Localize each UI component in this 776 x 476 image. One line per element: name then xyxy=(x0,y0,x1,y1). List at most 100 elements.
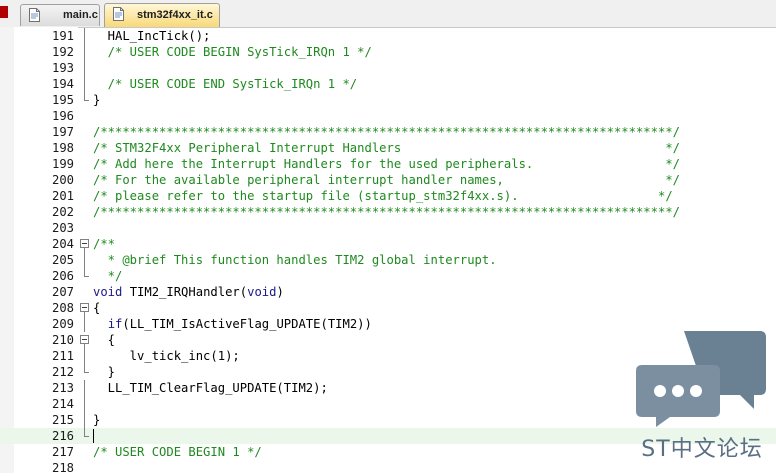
fold-line-icon xyxy=(79,380,91,396)
line-number: 215 xyxy=(51,413,74,427)
line-number: 203 xyxy=(51,221,74,235)
line-number: 210 xyxy=(51,333,74,347)
fold-toggle-icon[interactable] xyxy=(79,300,91,316)
fold-end-icon xyxy=(79,428,91,444)
line-number: 198 xyxy=(51,141,74,155)
code-text: LL_TIM_ClearFlag_UPDATE(TIM2); xyxy=(93,381,328,395)
line-number: 214 xyxy=(51,397,74,411)
keyword-token: void xyxy=(247,285,277,299)
tab-stm32f4xx-it-c[interactable]: stm32f4xx_it.c xyxy=(104,3,220,27)
code-line[interactable]: 204 /** xyxy=(0,236,776,252)
code-line[interactable]: 197 /************************************… xyxy=(0,124,776,140)
fold-line-icon xyxy=(79,348,91,364)
fold-line-icon xyxy=(79,44,91,60)
line-number: 206 xyxy=(51,269,74,283)
text-caret xyxy=(93,429,94,443)
fold-line-icon xyxy=(79,76,91,92)
code-text: } xyxy=(93,413,101,427)
fold-line-icon xyxy=(79,252,91,268)
line-number: 200 xyxy=(51,173,74,187)
code-text: * @brief This function handles TIM2 glob… xyxy=(93,253,497,267)
code-line[interactable]: 202 /************************************… xyxy=(0,204,776,220)
line-number: 212 xyxy=(51,365,74,379)
code-text: lv_tick_inc(1); xyxy=(93,349,240,363)
keyword-token: if xyxy=(107,317,123,331)
c-file-icon xyxy=(29,8,40,22)
editor-tab-bar: main.c stm32f4xx_it.c xyxy=(0,0,776,28)
code-line[interactable]: 201 /* please refer to the startup file (… xyxy=(0,188,776,204)
line-number: 202 xyxy=(51,205,74,219)
fold-line-icon xyxy=(79,316,91,332)
code-line[interactable]: 193 xyxy=(0,60,776,76)
fold-line-icon xyxy=(79,412,91,428)
code-text: void TIM2_IRQHandler(void) xyxy=(93,285,284,299)
line-number: 217 xyxy=(51,445,74,459)
watermark-text: ST中文论坛 xyxy=(641,437,763,462)
code-text: /***************************************… xyxy=(93,205,680,219)
code-text: /* USER CODE BEGIN SysTick_IRQn 1 */ xyxy=(93,45,372,59)
code-text: /* USER CODE BEGIN 1 */ xyxy=(93,445,262,459)
code-text: } xyxy=(93,93,101,107)
line-number: 195 xyxy=(51,93,74,107)
fold-line-icon xyxy=(79,396,91,412)
fold-line-icon xyxy=(79,60,91,76)
tab-label: stm32f4xx_it.c xyxy=(137,9,213,21)
line-number: 194 xyxy=(51,77,74,91)
line-number: 199 xyxy=(51,157,74,171)
line-number: 216 xyxy=(51,429,74,443)
code-text: /***************************************… xyxy=(93,125,680,139)
code-line[interactable]: 195} xyxy=(0,92,776,108)
line-number: 207 xyxy=(51,285,74,299)
code-text: */ xyxy=(93,269,123,283)
watermark: ST中文论坛 xyxy=(636,327,768,467)
line-number: 193 xyxy=(51,61,74,75)
code-text: /* STM32F4xx Peripheral Interrupt Handle… xyxy=(93,141,680,155)
code-line[interactable]: 194 /* USER CODE END SysTick_IRQn 1 */ xyxy=(0,76,776,92)
keyword-token: void xyxy=(93,285,123,299)
code-text: /** xyxy=(93,237,116,251)
code-text: /* USER CODE END SysTick_IRQn 1 */ xyxy=(93,77,358,91)
code-line[interactable]: 206 */ xyxy=(0,268,776,284)
tab-label: main.c xyxy=(63,9,98,21)
code-text: { xyxy=(93,301,101,315)
line-number: 209 xyxy=(51,317,74,331)
line-number: 211 xyxy=(51,349,74,363)
line-number: 197 xyxy=(51,125,74,139)
line-number: 213 xyxy=(51,381,74,395)
line-number: 192 xyxy=(51,45,74,59)
code-line[interactable]: 191 HAL_IncTick(); xyxy=(0,28,776,44)
code-line[interactable]: 207 void TIM2_IRQHandler(void) xyxy=(0,284,776,300)
c-file-icon xyxy=(113,7,124,21)
line-number: 201 xyxy=(51,189,74,203)
fold-end-icon xyxy=(79,268,91,284)
code-text: if(LL_TIM_IsActiveFlag_UPDATE(TIM2)) xyxy=(107,317,372,331)
code-text: /* Add here the Interrupt Handlers for t… xyxy=(93,157,680,171)
line-number: 205 xyxy=(51,253,74,267)
code-text: /* please refer to the startup file (sta… xyxy=(93,189,673,203)
chat-bubbles-icon xyxy=(636,331,766,427)
line-number: 204 xyxy=(51,237,74,251)
code-text: } xyxy=(93,365,116,379)
code-line[interactable]: 192 /* USER CODE BEGIN SysTick_IRQn 1 */ xyxy=(0,44,776,60)
code-line[interactable]: 205 * @brief This function handles TIM2 … xyxy=(0,252,776,268)
code-line[interactable]: 198 /* STM32F4xx Peripheral Interrupt Han… xyxy=(0,140,776,156)
code-line[interactable]: 199 /* Add here the Interrupt Handlers fo… xyxy=(0,156,776,172)
fold-end-icon xyxy=(79,364,91,380)
file-edge-icon xyxy=(0,6,8,18)
code-text: /* For the available peripheral interrup… xyxy=(93,173,680,187)
line-number: 218 xyxy=(51,461,74,475)
fold-toggle-icon[interactable] xyxy=(79,236,91,252)
code-text: HAL_IncTick(); xyxy=(93,29,211,43)
fold-line-icon xyxy=(79,28,91,44)
fold-end-icon xyxy=(79,92,91,108)
code-line[interactable]: 203 xyxy=(0,220,776,236)
line-number: 196 xyxy=(51,109,74,123)
code-line[interactable]: 196 xyxy=(0,108,776,124)
fold-toggle-icon[interactable] xyxy=(79,332,91,348)
line-number: 208 xyxy=(51,301,74,315)
line-number: 191 xyxy=(51,29,74,43)
tab-main-c[interactable]: main.c xyxy=(20,4,100,26)
code-line[interactable]: 208 { xyxy=(0,300,776,316)
code-line[interactable]: 200 /* For the available peripheral inter… xyxy=(0,172,776,188)
code-text: { xyxy=(93,333,116,347)
